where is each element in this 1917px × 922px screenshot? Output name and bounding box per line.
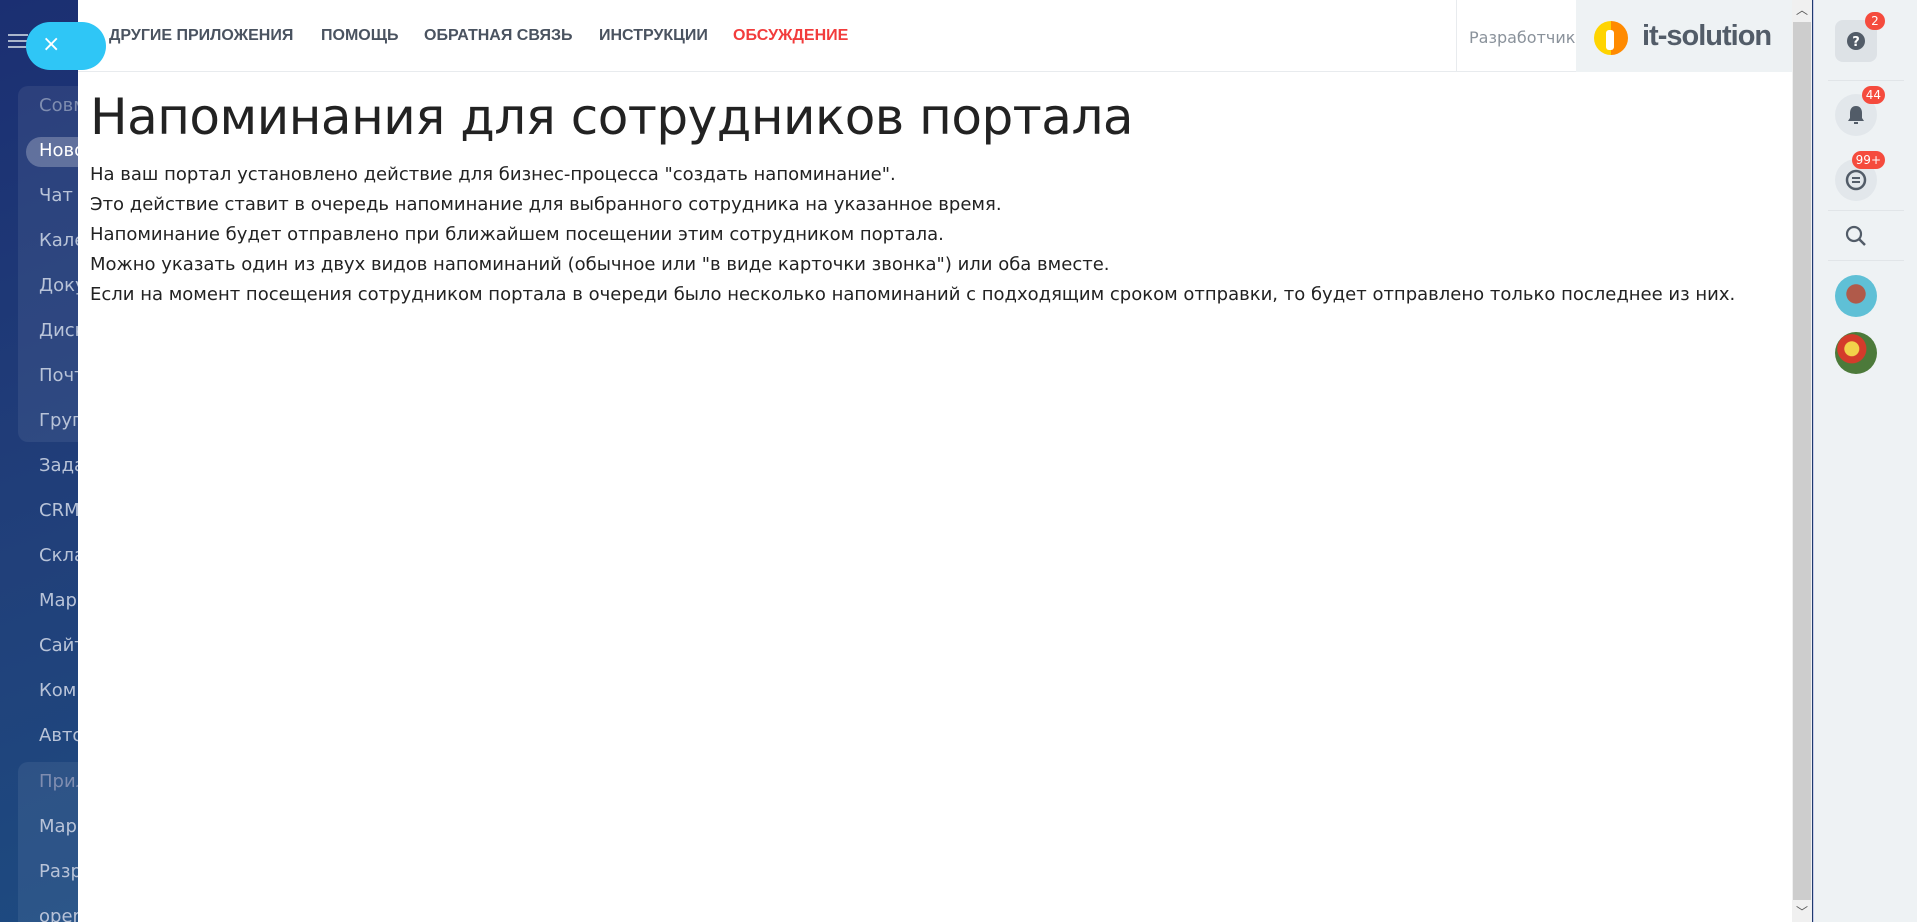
description-line: На ваш портал установлено действие для б… [90,164,896,185]
svg-text:?: ? [1852,35,1860,50]
chat-icon [1845,169,1867,191]
left-sidebar: Совм Ново Чат и Кале Доку Диск Почт Груп… [0,0,80,922]
page-title: Напоминания для сотрудников портала [90,88,1134,146]
description-line: Если на момент посещения сотрудником пор… [90,284,1736,305]
divider [1828,80,1904,81]
description: На ваш портал установлено действие для б… [90,160,1735,310]
scroll-up-icon[interactable]: ︿ [1792,0,1812,20]
search-icon [1845,225,1866,246]
notifications-badge: 44 [1861,86,1885,104]
scrollbar[interactable]: ︿ ﹀ [1792,0,1812,922]
description-line: Это действие ставит в очередь напоминани… [90,194,1002,215]
help-badge: 2 [1865,12,1885,30]
description-line: Можно указать один из двух видов напомин… [90,254,1110,275]
sidebar-item[interactable]: Почт [39,365,80,386]
help-icon: ? [1847,32,1865,50]
nav-other-apps[interactable]: ДРУГИЕ ПРИЛОЖЕНИЯ [109,27,293,45]
avatar[interactable] [1835,332,1877,374]
sidebar-item[interactable]: Сайт [39,635,80,656]
scrollbar-thumb[interactable] [1793,22,1811,900]
sidebar-item[interactable]: Чат и [39,185,80,206]
sidebar-item[interactable]: Доку [39,275,80,296]
logo-icon [1594,21,1628,55]
sidebar-item[interactable]: Ком [39,680,76,701]
scroll-down-icon[interactable]: ﹀ [1792,902,1812,922]
app-panel: ДРУГИЕ ПРИЛОЖЕНИЯ ПОМОЩЬ ОБРАТНАЯ СВЯЗЬ … [78,0,1792,922]
notifications-button[interactable]: 44 [1835,86,1885,136]
sidebar-item: Совм [39,95,80,116]
developer-label: Разработчик [1456,0,1576,72]
chats-badge: 99+ [1851,151,1885,169]
sidebar-item[interactable]: Кале [39,230,80,251]
developer-logo[interactable]: it-solution [1576,0,1792,72]
nav-instructions[interactable]: ИНСТРУКЦИИ [599,27,708,45]
help-button[interactable]: ? 2 [1835,12,1885,62]
description-line: Напоминание будет отправлено при ближайш… [90,224,944,245]
top-navigation: ДРУГИЕ ПРИЛОЖЕНИЯ ПОМОЩЬ ОБРАТНАЯ СВЯЗЬ … [78,0,1792,72]
right-toolbar: ? 2 44 99+ [1813,0,1917,922]
divider [1828,210,1904,211]
nav-feedback[interactable]: ОБРАТНАЯ СВЯЗЬ [424,27,573,45]
sidebar-item[interactable]: Диск [39,320,80,341]
bell-icon [1848,106,1864,124]
sidebar-item[interactable]: Ново [39,140,80,161]
divider [1828,260,1904,261]
sidebar-item[interactable]: CRM [39,500,80,521]
nav-help[interactable]: ПОМОЩЬ [321,27,399,45]
sidebar-item[interactable]: Зада [39,455,80,476]
menu-icon[interactable] [8,34,28,48]
sidebar-item[interactable]: Скла [39,545,80,566]
close-slider-button[interactable]: × [26,22,106,70]
sidebar-item[interactable]: Груп [39,410,80,431]
sidebar-item[interactable]: oper [39,906,80,922]
close-icon: × [42,32,61,57]
sidebar-item[interactable]: Авто [39,725,80,746]
sidebar-item[interactable]: Мар [39,590,77,611]
sidebar-item[interactable]: Мар [39,816,77,837]
chats-button[interactable]: 99+ [1835,151,1885,201]
sidebar-item: Прил [39,771,80,792]
search-button[interactable] [1835,215,1877,257]
avatar[interactable] [1835,275,1877,317]
sidebar-item[interactable]: Разр [39,861,80,882]
nav-discussion[interactable]: ОБСУЖДЕНИЕ [733,27,848,45]
logo-text: it-solution [1642,20,1772,52]
